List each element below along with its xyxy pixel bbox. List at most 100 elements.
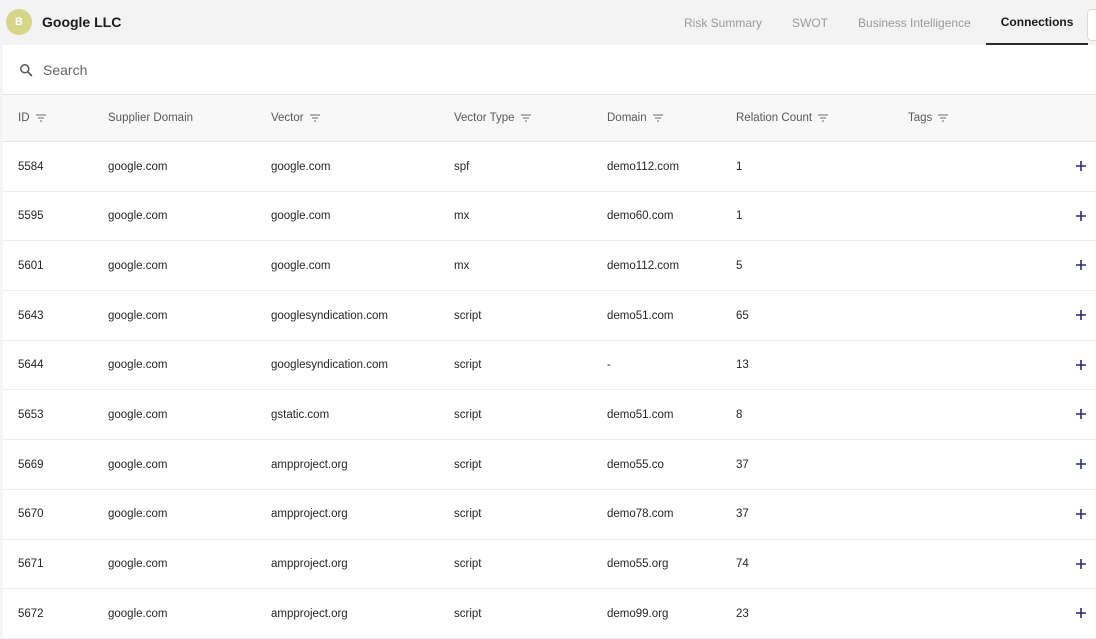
column-label: Vector Type	[454, 112, 515, 124]
table-row[interactable]: 5584 google.com google.com spf demo112.com 1	[3, 142, 1096, 192]
expand-row-plus-icon[interactable]	[1075, 607, 1087, 619]
cell-vector-type: script	[454, 359, 482, 372]
cell-id: 5644	[18, 359, 44, 372]
column-header-id[interactable]: ID	[18, 95, 46, 141]
cell-id: 5672	[18, 607, 44, 620]
column-label: Domain	[607, 112, 647, 124]
tab-risk-summary[interactable]: Risk Summary	[669, 0, 777, 45]
expand-row-plus-icon[interactable]	[1075, 359, 1087, 371]
cell-relation-count: 5	[736, 259, 743, 272]
cell-vector-type: script	[454, 458, 482, 471]
cell-id: 5653	[18, 408, 44, 421]
cell-vector-type: spf	[454, 160, 470, 173]
cell-domain: demo51.com	[607, 309, 674, 322]
cell-supplier-domain: google.com	[108, 408, 168, 421]
cell-supplier-domain: google.com	[108, 607, 168, 620]
tab-swot[interactable]: SWOT	[777, 0, 843, 45]
table-header: ID Supplier Domain Vector Vector Type Do…	[3, 95, 1096, 142]
cell-id: 5670	[18, 508, 44, 521]
table-row[interactable]: 5671 google.com ampproject.org script demo55…	[3, 540, 1096, 590]
filter-icon[interactable]	[818, 114, 829, 122]
expand-row-plus-icon[interactable]	[1075, 408, 1087, 420]
cell-supplier-domain: google.com	[108, 458, 168, 471]
search-icon	[20, 64, 33, 77]
cell-domain: demo112.com	[607, 160, 680, 173]
company-name: Google LLC	[42, 14, 122, 30]
cell-domain: demo78.com	[607, 508, 674, 521]
cell-vector-type: mx	[454, 210, 470, 223]
column-label: Relation Count	[736, 112, 813, 124]
cell-vector-type: script	[454, 408, 482, 421]
cell-supplier-domain: google.com	[108, 160, 168, 173]
expand-row-plus-icon[interactable]	[1075, 160, 1087, 172]
cell-relation-count: 1	[736, 160, 743, 173]
expand-row-plus-icon[interactable]	[1075, 210, 1087, 222]
cell-vector-type: script	[454, 558, 482, 570]
cell-relation-count: 74	[736, 558, 749, 570]
cell-relation-count: 8	[736, 408, 743, 421]
table-row[interactable]: 5670 google.com ampproject.org script demo78…	[3, 490, 1096, 540]
column-header-supplier-domain[interactable]: Supplier Domain	[108, 95, 193, 141]
cell-domain: demo55.co	[607, 458, 664, 471]
filter-icon[interactable]	[35, 114, 46, 122]
cell-relation-count: 1	[736, 210, 743, 223]
table-row[interactable]: 5601 google.com google.com mx demo112.com 5	[3, 241, 1096, 292]
filter-icon[interactable]	[652, 114, 663, 122]
cell-supplier-domain: google.com	[108, 508, 168, 521]
cell-domain: demo112.com	[607, 259, 680, 272]
column-label: Vector	[271, 112, 304, 124]
column-label: Supplier Domain	[108, 112, 194, 124]
expand-row-plus-icon[interactable]	[1075, 309, 1087, 321]
cell-vector: ampproject.org	[271, 558, 348, 570]
cell-domain: demo99.org	[607, 607, 669, 620]
column-header-vector-type[interactable]: Vector Type	[454, 95, 531, 141]
cell-id: 5601	[18, 259, 44, 272]
cell-vector-type: mx	[454, 259, 470, 272]
cell-id: 5643	[18, 309, 44, 322]
cell-domain: demo60.com	[607, 210, 674, 223]
filter-icon[interactable]	[309, 114, 320, 122]
expand-row-plus-icon[interactable]	[1075, 558, 1087, 570]
table-row[interactable]: 5653 google.com gstatic.com script demo51.co…	[3, 390, 1096, 441]
cell-vector: ampproject.org	[271, 607, 348, 620]
column-header-vector[interactable]: Vector	[271, 95, 320, 141]
cell-supplier-domain: google.com	[108, 259, 168, 272]
expand-row-plus-icon[interactable]	[1075, 259, 1087, 271]
column-label: Tags	[908, 112, 933, 124]
cell-relation-count: 37	[736, 508, 749, 521]
tab-bar: Risk Summary SWOT Business Intelligence …	[669, 0, 1089, 45]
expand-row-plus-icon[interactable]	[1075, 458, 1087, 470]
top-bar: B Google LLC Risk Summary SWOT Business …	[0, 0, 1096, 45]
search-input[interactable]	[43, 59, 543, 81]
table-row[interactable]: 5643 google.com googlesyndication.com scrip…	[3, 291, 1096, 341]
column-header-tags[interactable]: Tags	[908, 95, 949, 141]
cell-vector: google.com	[271, 210, 331, 223]
cell-vector: googlesyndication.com	[271, 309, 388, 322]
cell-vector: google.com	[271, 160, 331, 173]
cell-vector-type: script	[454, 309, 482, 322]
cell-domain: demo51.com	[607, 408, 674, 421]
tab-connections[interactable]: Connections	[985, 0, 1089, 45]
cell-id: 5669	[18, 458, 44, 471]
cell-relation-count: 37	[736, 458, 749, 471]
cell-id: 5584	[18, 160, 44, 173]
expand-row-plus-icon[interactable]	[1075, 508, 1087, 520]
filter-icon[interactable]	[938, 114, 949, 122]
cell-id: 5595	[18, 210, 44, 223]
table-row[interactable]: 5595 google.com google.com mx demo60.com 1	[3, 192, 1096, 242]
panel-toggle-edge[interactable]	[1087, 9, 1096, 41]
tab-business-intelligence[interactable]: Business Intelligence	[843, 0, 986, 45]
table-row[interactable]: 5669 google.com ampproject.org script demo55…	[3, 440, 1096, 490]
column-header-domain[interactable]: Domain	[607, 95, 663, 141]
cell-vector: googlesyndication.com	[271, 359, 388, 372]
cell-supplier-domain: google.com	[108, 210, 168, 223]
cell-vector-type: script	[454, 508, 482, 521]
column-header-relation-count[interactable]: Relation Count	[736, 95, 829, 141]
filter-icon[interactable]	[520, 114, 531, 122]
table-row[interactable]: 5672 google.com ampproject.org script demo99…	[3, 589, 1096, 639]
cell-supplier-domain: google.com	[108, 359, 168, 372]
table-row[interactable]: 5644 google.com googlesyndication.com scrip…	[3, 341, 1096, 391]
cell-domain: -	[607, 359, 611, 372]
avatar[interactable]: B	[6, 9, 32, 35]
cell-supplier-domain: google.com	[108, 558, 168, 570]
